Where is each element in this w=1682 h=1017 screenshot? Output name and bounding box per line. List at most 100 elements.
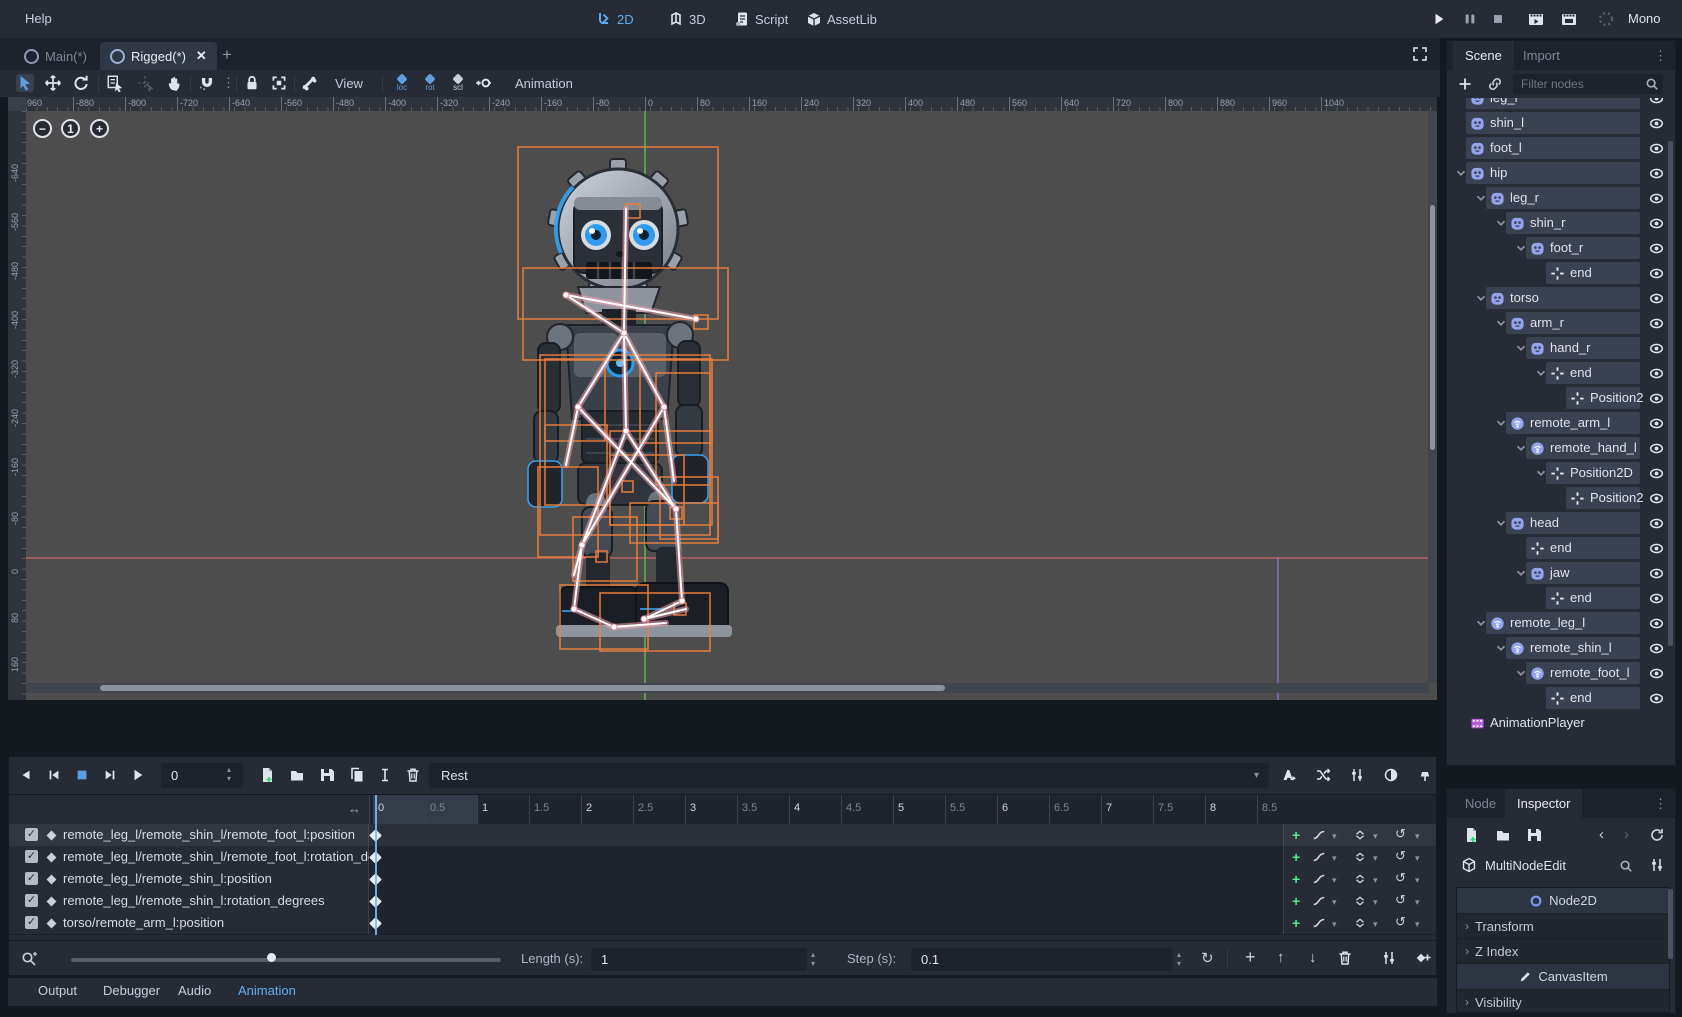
collapse-arrow-icon[interactable]: [1514, 666, 1528, 680]
timeline-playhead[interactable]: [375, 795, 377, 935]
zoom-in-button[interactable]: +: [90, 119, 109, 138]
scene-node-torso[interactable]: torso: [1450, 286, 1674, 311]
scene-node-AnimationPlayer[interactable]: AnimationPlayer: [1450, 711, 1674, 736]
scene-node-remote_hand_l[interactable]: remote_hand_l: [1450, 436, 1674, 461]
dock-options-menu[interactable]: ⋮: [1654, 48, 1667, 64]
length-field[interactable]: 1: [591, 948, 807, 971]
new-scene-tab-button[interactable]: +: [222, 48, 232, 62]
chevron-down-icon[interactable]: ▾: [1332, 831, 1337, 842]
visibility-eye-icon[interactable]: [1649, 391, 1664, 406]
lock-node-button[interactable]: [243, 74, 261, 92]
track-enabled-checkbox[interactable]: ✓: [25, 850, 38, 863]
loop-animation-button[interactable]: ↻: [1201, 949, 1214, 967]
visibility-eye-icon[interactable]: [1649, 141, 1664, 156]
scene-node-head[interactable]: head: [1450, 511, 1674, 536]
loop-wrap-icon[interactable]: ↺: [1395, 892, 1406, 908]
group-node-button[interactable]: [270, 74, 288, 92]
move-tool-button[interactable]: [44, 74, 62, 92]
tab-animation[interactable]: Animation: [238, 983, 296, 998]
scene-node-hand_r[interactable]: hand_r: [1450, 336, 1674, 361]
inspector-properties[interactable]: Node2D›Transform›Z IndexCanvasItem›Visib…: [1456, 887, 1670, 1013]
time-spinner-arrows[interactable]: ▴▾: [227, 765, 231, 783]
key-scl-toggle[interactable]: scl: [446, 72, 470, 95]
step-field[interactable]: 0.1: [911, 948, 1173, 971]
animation-track-row[interactable]: ✓remote_leg_l/remote_shin_l:position+▾▾↺…: [9, 868, 1436, 891]
chevron-down-icon[interactable]: ▾: [1373, 831, 1378, 842]
animation-track-row[interactable]: ✓torso/remote_arm_l:position+▾▾↺▾: [9, 912, 1436, 935]
visibility-eye-icon[interactable]: [1649, 516, 1664, 531]
play-custom-scene-button[interactable]: [1561, 11, 1577, 27]
collapse-arrow-icon[interactable]: [1474, 191, 1488, 205]
scene-node-end[interactable]: end: [1450, 686, 1674, 711]
history-forward-button[interactable]: ›: [1624, 826, 1629, 843]
add-track-button[interactable]: +: [1245, 947, 1256, 968]
collapse-arrow-icon[interactable]: [1494, 316, 1508, 330]
wrap-mode-icon[interactable]: [1353, 850, 1367, 864]
delete-track-button[interactable]: [1337, 950, 1353, 966]
collapse-arrow-icon[interactable]: [1534, 366, 1548, 380]
track-enabled-checkbox[interactable]: ✓: [25, 828, 38, 841]
track-enabled-checkbox[interactable]: ✓: [25, 916, 38, 929]
visibility-eye-icon[interactable]: [1649, 366, 1664, 381]
edit-history-button[interactable]: [1649, 827, 1665, 843]
collapse-arrow-icon[interactable]: [1494, 641, 1508, 655]
add-key-button[interactable]: [1415, 950, 1431, 966]
scene-node-arm_r[interactable]: arm_r: [1450, 311, 1674, 336]
scene-node-leg_l[interactable]: leg_l: [1450, 98, 1674, 111]
scene-node-shin_l[interactable]: shin_l: [1450, 111, 1674, 136]
visibility-eye-icon[interactable]: [1649, 316, 1664, 331]
skeleton-options-button[interactable]: [300, 74, 318, 92]
scene-node-foot_l[interactable]: foot_l: [1450, 136, 1674, 161]
collapse-arrow-icon[interactable]: [1514, 441, 1528, 455]
visibility-eye-icon[interactable]: [1649, 666, 1664, 681]
list-select-tool-button[interactable]: [106, 74, 124, 92]
chevron-down-icon[interactable]: ▾: [1332, 897, 1337, 908]
collapse-arrow-icon[interactable]: [1514, 566, 1528, 580]
play-scene-button[interactable]: [1528, 11, 1544, 27]
shuffle-blend-icon[interactable]: [1315, 767, 1331, 783]
inspector-group-Transform[interactable]: ›Transform: [1457, 914, 1669, 939]
chevron-down-icon[interactable]: ▾: [1415, 853, 1420, 864]
animation-track-row[interactable]: ✓remote_leg_l/remote_shin_l/remote_foot_…: [9, 846, 1436, 869]
move-track-up-button[interactable]: ↑: [1277, 949, 1285, 966]
scene-node-end[interactable]: end: [1450, 361, 1674, 386]
zoom-out-button[interactable]: −: [33, 119, 52, 138]
scene-node-Position2[interactable]: Position2: [1450, 386, 1674, 411]
wrap-mode-icon[interactable]: [1353, 916, 1367, 930]
interpolation-mode-icon[interactable]: [1312, 894, 1326, 908]
onion-skinning-button[interactable]: [1383, 767, 1399, 783]
chevron-down-icon[interactable]: ▾: [1332, 919, 1337, 930]
scene-node-jaw[interactable]: jaw: [1450, 561, 1674, 586]
visibility-eye-icon[interactable]: [1649, 291, 1664, 306]
rotate-tool-button[interactable]: [72, 74, 90, 92]
inspector-scrollbar[interactable]: [1668, 889, 1673, 959]
collapse-arrow-icon[interactable]: [1514, 241, 1528, 255]
timeline-ruler[interactable]: ↔ 00.511.522.533.544.555.566.577.588.5: [9, 795, 1436, 825]
pin-panel-button[interactable]: [1417, 767, 1433, 783]
workspace-tab-assetlib[interactable]: AssetLib: [806, 0, 877, 38]
loop-wrap-icon[interactable]: ↺: [1395, 826, 1406, 842]
track-enabled-checkbox[interactable]: ✓: [25, 894, 38, 907]
scene-node-remote_arm_l[interactable]: remote_arm_l: [1450, 411, 1674, 436]
filter-nodes-input[interactable]: [1513, 74, 1663, 94]
help-menu[interactable]: Help: [25, 11, 52, 26]
object-options-icon[interactable]: [1649, 857, 1665, 873]
scene-node-shin_r[interactable]: shin_r: [1450, 211, 1674, 236]
scene-node-end[interactable]: end: [1450, 261, 1674, 286]
tab-import[interactable]: Import: [1511, 41, 1572, 70]
pan-tool-button[interactable]: [166, 74, 184, 92]
add-key-icon[interactable]: +: [1292, 849, 1300, 865]
visibility-eye-icon[interactable]: [1649, 466, 1664, 481]
save-animation-button[interactable]: [319, 767, 335, 783]
save-resource-button[interactable]: [1526, 827, 1542, 843]
add-key-icon[interactable]: +: [1292, 893, 1300, 909]
collapse-arrow-icon[interactable]: [1534, 466, 1548, 480]
scene-node-Position2D[interactable]: Position2D: [1450, 461, 1674, 486]
instance-scene-icon[interactable]: [1487, 76, 1503, 92]
snap-options-menu[interactable]: ⋮: [222, 75, 235, 91]
scene-node-remote_shin_l[interactable]: remote_shin_l: [1450, 636, 1674, 661]
interpolation-mode-icon[interactable]: [1312, 872, 1326, 886]
timeline-zoom-slider[interactable]: [71, 958, 501, 962]
track-filters-button[interactable]: [1381, 950, 1397, 966]
visibility-eye-icon[interactable]: [1649, 441, 1664, 456]
